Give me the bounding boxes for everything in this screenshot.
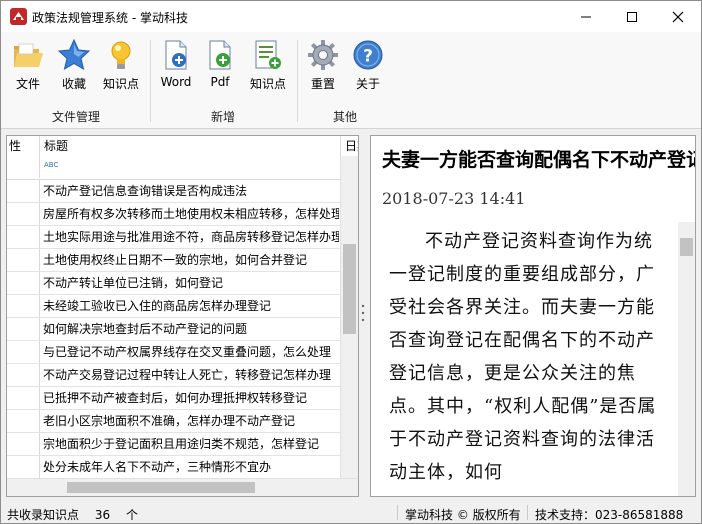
article-viewer: 夫妻一方能否查询配偶名下不动产登记信息 2018-07-23 14:41 不动产… [370,135,696,497]
folder-open-icon [14,43,43,67]
group-label-other: 其他 [333,110,358,124]
minimize-button[interactable] [563,1,609,32]
row-title: 不动产登记信息查询错误是否构成违法 [43,184,248,198]
row-title: 已抵押不动产被查封后，如何办理抵押权转移登记 [43,391,308,405]
grid-horizontal-scrollbar[interactable] [7,478,358,496]
group-label-new: 新增 [211,110,236,124]
table-row[interactable]: 已抵押不动产被查封后，如何办理抵押权转移登记 [7,387,341,410]
table-row[interactable]: 未经竣工验收已入住的商品房怎样办理登记 [7,295,341,318]
filter-row[interactable]: ABC [7,156,341,180]
word-add-icon [165,40,187,70]
row-title: 土地使用权终止日期不一致的宗地，如何合并登记 [43,253,308,267]
help-icon: ? [353,40,383,70]
status-separator [527,505,528,520]
table-row[interactable]: 土地使用权终止日期不一致的宗地，如何合并登记 [7,249,341,272]
table-row[interactable]: 房屋所有权多次转移而土地使用权未相应转移，怎样处理 [7,203,341,226]
article-vertical-scrollbar[interactable] [678,222,695,496]
grid-header: 性 标题 日期 [7,136,358,157]
row-title: 宗地面积少于登记面积且用途归类不规范，怎样登记 [43,437,320,451]
row-title: 土地实际用途与批准用途不符，商品房转移登记怎样办理 [43,230,339,244]
row-title: 与已登记不动产权属界线存在交叉重叠问题，怎么处理 [43,345,332,359]
table-row[interactable]: 土地实际用途与批准用途不符，商品房转移登记怎样办理 [7,226,341,249]
pdf-add-icon [209,40,231,70]
about-button[interactable]: ? 关于 [349,38,387,98]
grid-vertical-scrollbar[interactable] [340,156,358,478]
splitter-grip-icon[interactable] [360,303,366,323]
article-title: 夫妻一方能否查询配偶名下不动产登记信息 [382,149,695,171]
row-title: 处分未成年人名下不动产，三种情形不宜办 [43,460,272,474]
row-title: 不动产转让单位已注销，如何登记 [43,276,224,290]
maximize-button[interactable] [609,1,655,32]
article-date: 2018-07-23 14:41 [382,189,526,208]
ribbon-separator [150,40,151,122]
favorites-button[interactable]: 收藏 [55,38,93,98]
count-value: 36 [94,508,111,522]
add-word-button[interactable]: Word [157,38,195,98]
add-word-button-label: Word [160,75,192,89]
article-vertical-scroll-thumb[interactable] [680,238,693,256]
table-row[interactable]: 宗地面积少于登记面积且用途归类不规范，怎样登记 [7,433,341,456]
list-add-icon [255,40,281,69]
column-header-date[interactable]: 日期 [341,136,358,156]
gear-icon [308,40,338,70]
row-title: 未经竣工验收已入住的商品房怎样办理登记 [43,299,272,313]
knowledge-button[interactable]: 知识点 [100,38,142,98]
table-row[interactable]: 不动产交易登记过程中转让人死亡，转移登记怎样办理 [7,364,341,387]
file-button[interactable]: 文件 [9,38,47,98]
window-title: 政策法规管理系统 - 掌动科技 [32,11,188,25]
table-row[interactable]: 老旧小区宗地面积不准确，怎样办理不动产登记 [7,410,341,433]
file-button-label: 文件 [15,77,40,91]
knowledge-count: 共收录知识点 36 个 [7,506,138,523]
app-logo-icon [10,8,27,25]
grid-horizontal-scroll-thumb[interactable] [67,482,255,493]
app-window: 政策法规管理系统 - 掌动科技 文件 收藏 知识点 文件管理 Word Pdf … [0,0,702,524]
support-text: 技术支持：023-86581888 [535,508,684,522]
table-row[interactable]: 与已登记不动产权属界线存在交叉重叠问题，怎么处理 [7,341,341,364]
svg-text:?: ? [363,47,373,67]
copyright-text: 掌动科技 © 版权所有 [405,508,521,522]
add-pdf-button[interactable]: Pdf [201,38,239,98]
column-header-title[interactable]: 标题 [40,136,341,156]
table-row[interactable]: 不动产登记信息查询错误是否构成违法 [7,180,341,203]
close-icon [672,11,684,22]
article-body: 不动产登记资料查询作为统一登记制度的重要组成部分，广受社会各界关注。而夫妻一方能… [389,231,657,483]
minimize-icon [581,16,591,17]
favorites-button-label: 收藏 [61,77,86,91]
star-icon [57,38,91,71]
status-bar: 共收录知识点 36 个 掌动科技 © 版权所有 技术支持：023-8658188… [1,502,701,523]
lightbulb-icon [111,41,131,69]
ribbon-separator [297,40,298,122]
add-knowledge-button-label: 知识点 [249,77,286,91]
column-header-type[interactable]: 性 [7,136,40,156]
count-unit: 个 [125,508,138,522]
row-title: 不动产交易登记过程中转让人死亡，转移登记怎样办理 [43,368,332,382]
group-label-file-management: 文件管理 [52,110,101,124]
title-bar: 政策法规管理系统 - 掌动科技 [1,1,701,32]
add-pdf-button-label: Pdf [210,75,230,89]
row-title: 房屋所有权多次转移而土地使用权未相应转移，怎样处理 [43,207,339,221]
table-row[interactable]: 如何解决宗地查封后不动产登记的问题 [7,318,341,341]
row-title: 老旧小区宗地面积不准确，怎样办理不动产登记 [43,414,296,428]
grid-rows: 不动产登记信息查询错误是否构成违法 房屋所有权多次转移而土地使用权未相应转移，怎… [7,180,341,479]
about-button-label: 关于 [355,77,380,91]
close-button[interactable] [655,1,701,32]
reset-button-label: 重置 [310,77,335,91]
table-row[interactable]: 处分未成年人名下不动产，三种情形不宜办 [7,456,341,479]
table-row[interactable]: 不动产转让单位已注销，如何登记 [7,272,341,295]
knowledge-button-label: 知识点 [102,77,139,91]
knowledge-grid: 性 标题 日期 ABC 不动产登记信息查询错误是否构成违法 房屋所有权多次转移而… [6,135,359,497]
count-label: 共收录知识点 [7,508,80,522]
reset-button[interactable]: 重置 [304,38,342,98]
filter-abc-icon: ABC [44,161,59,169]
maximize-icon [627,11,637,22]
status-separator [397,505,398,520]
add-knowledge-button[interactable]: 知识点 [245,38,291,98]
grid-vertical-scroll-thumb[interactable] [343,244,356,334]
ribbon-toolbar: 文件 收藏 知识点 文件管理 Word Pdf 知识点 新增 重置 ? 关于 其… [1,32,701,129]
row-title: 如何解决宗地查封后不动产登记的问题 [43,322,248,336]
